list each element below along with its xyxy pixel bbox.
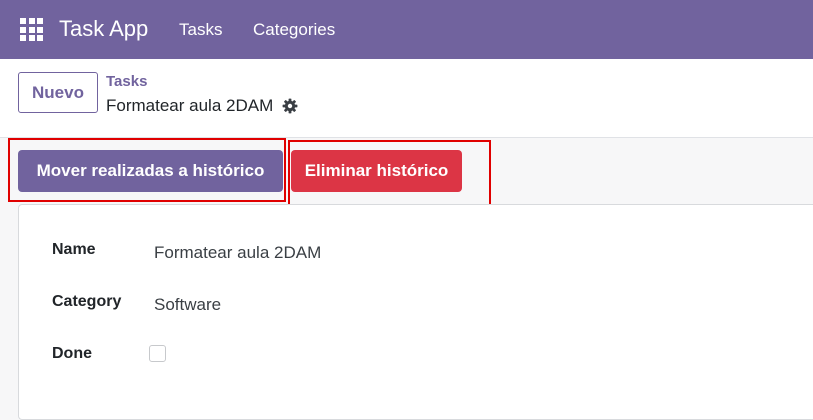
done-label: Done bbox=[52, 345, 92, 362]
menu-item-tasks[interactable]: Tasks bbox=[179, 20, 222, 40]
form-statusbar: Mover realizadas a histórico Eliminar hi… bbox=[0, 138, 813, 207]
app-brand[interactable]: Task App bbox=[59, 16, 148, 42]
new-button[interactable]: Nuevo bbox=[18, 72, 98, 113]
name-label: Name bbox=[52, 241, 96, 258]
grid-icon[interactable] bbox=[20, 18, 43, 41]
gear-icon[interactable] bbox=[282, 98, 298, 114]
top-navbar: Task App Tasks Categories bbox=[0, 0, 813, 59]
category-field[interactable]: Software bbox=[154, 295, 221, 315]
form-sheet: Name Formatear aula 2DAM Category Softwa… bbox=[18, 204, 813, 420]
record-title: Formatear aula 2DAM bbox=[106, 96, 274, 115]
delete-history-button[interactable]: Eliminar histórico bbox=[291, 150, 462, 192]
breadcrumb-current: Formatear aula 2DAM bbox=[106, 96, 298, 116]
done-checkbox[interactable] bbox=[149, 345, 166, 362]
menu-item-categories[interactable]: Categories bbox=[253, 20, 335, 40]
name-field[interactable]: Formatear aula 2DAM bbox=[154, 243, 321, 263]
move-to-history-button[interactable]: Mover realizadas a histórico bbox=[18, 150, 283, 192]
breadcrumb-tasks-link[interactable]: Tasks bbox=[106, 73, 147, 90]
control-panel: Nuevo Tasks Formatear aula 2DAM bbox=[0, 59, 813, 138]
category-label: Category bbox=[52, 293, 122, 310]
